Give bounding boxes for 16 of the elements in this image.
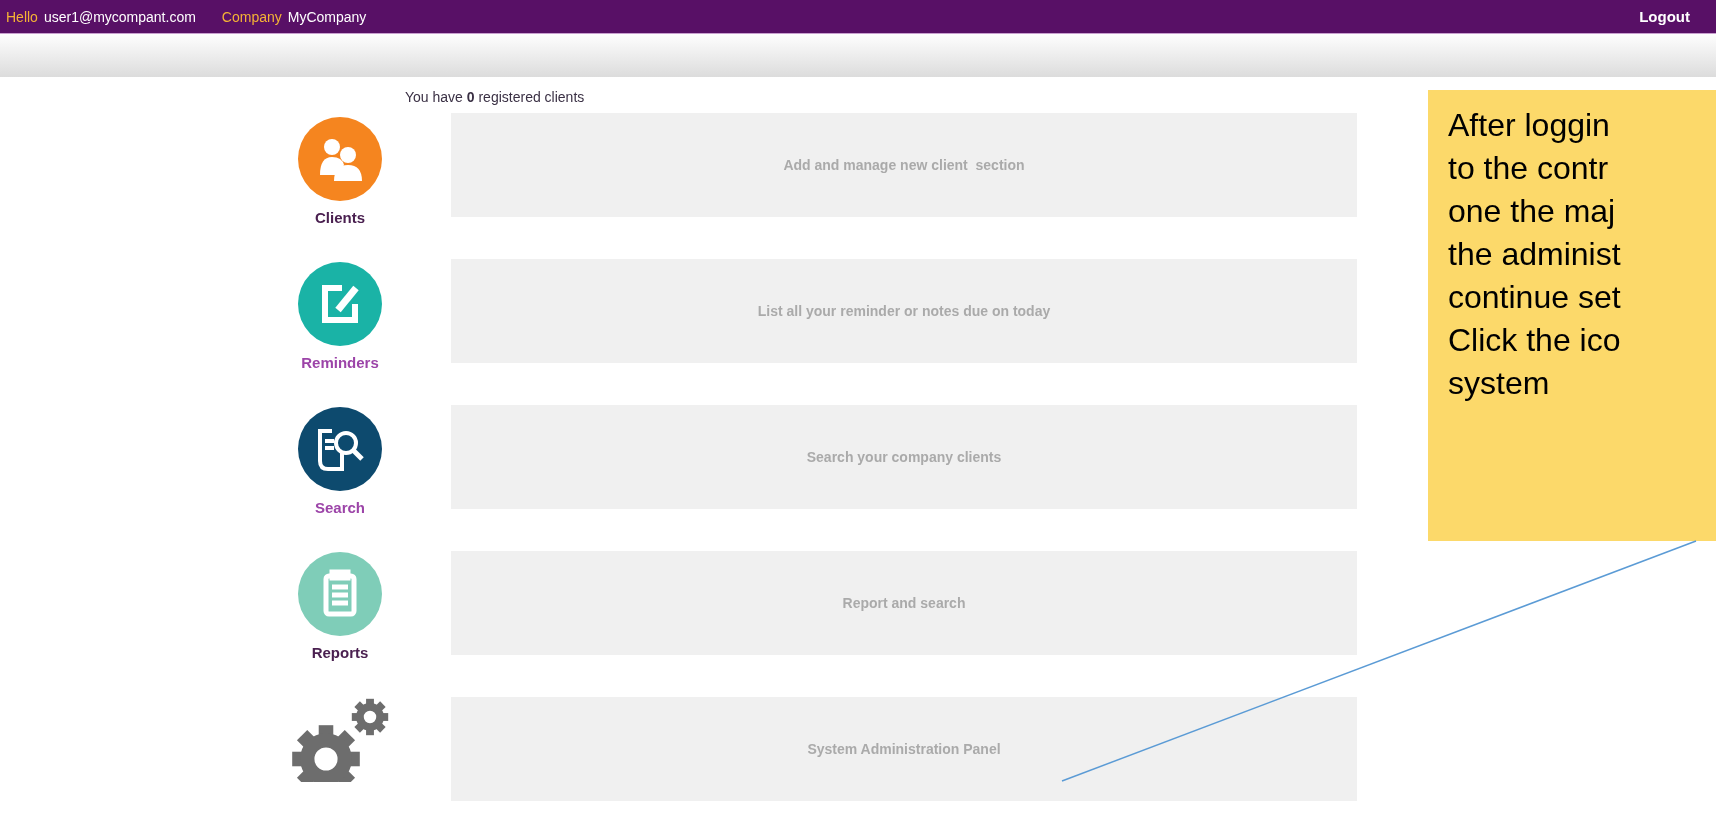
clients-summary: You have 0 registered clients (405, 89, 585, 105)
clipboard-icon[interactable] (298, 552, 382, 636)
company-name: MyCompany (287, 8, 367, 25)
nav-label[interactable]: Clients (315, 209, 365, 226)
people-icon[interactable] (298, 117, 382, 201)
company-label: Company (221, 8, 282, 25)
nav-label[interactable]: Reports (311, 644, 369, 661)
callout-note: After loggin to the contr one the maj the administ continue set Click the ico system (1428, 90, 1716, 541)
user-email: user1@mycompant.com (43, 8, 196, 25)
logout-link[interactable]: Logout (1639, 8, 1690, 25)
edit-note-icon[interactable] (298, 262, 382, 346)
document-search-icon[interactable] (298, 407, 382, 491)
nav-label[interactable]: Search (314, 499, 365, 516)
gears-icon[interactable] (290, 697, 390, 782)
greeting-text: Hello (6, 8, 38, 25)
nav-label[interactable]: Reminders (301, 354, 379, 371)
